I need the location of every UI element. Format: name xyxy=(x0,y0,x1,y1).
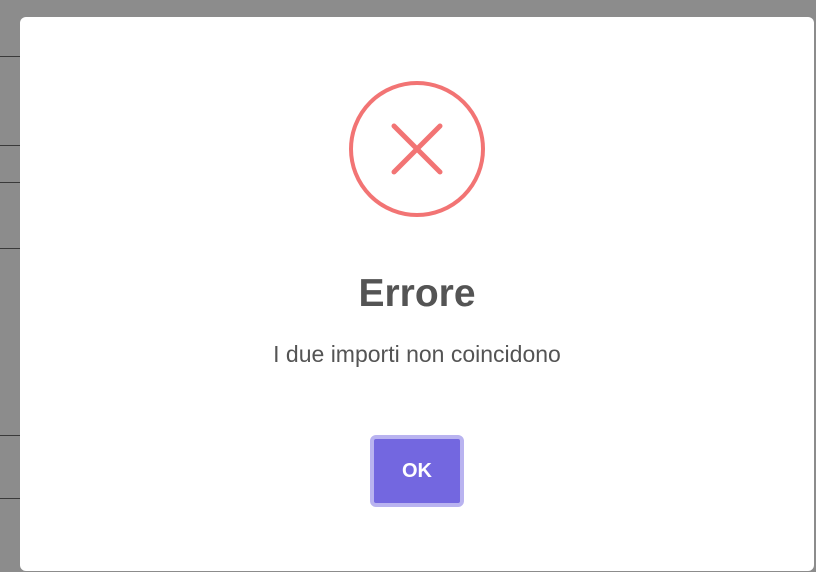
backdrop-divider xyxy=(0,145,20,146)
dialog-message: I due importi non coincidono xyxy=(273,341,561,367)
error-x-icon xyxy=(348,80,486,218)
error-dialog: Errore I due importi non coincidono OK xyxy=(20,17,814,571)
dialog-title: Errore xyxy=(358,272,476,315)
ok-button[interactable]: OK xyxy=(370,435,464,507)
backdrop-divider xyxy=(0,182,20,183)
backdrop-divider xyxy=(0,498,20,499)
backdrop-divider xyxy=(0,248,20,249)
backdrop-divider xyxy=(0,435,20,436)
backdrop-divider xyxy=(0,56,20,57)
